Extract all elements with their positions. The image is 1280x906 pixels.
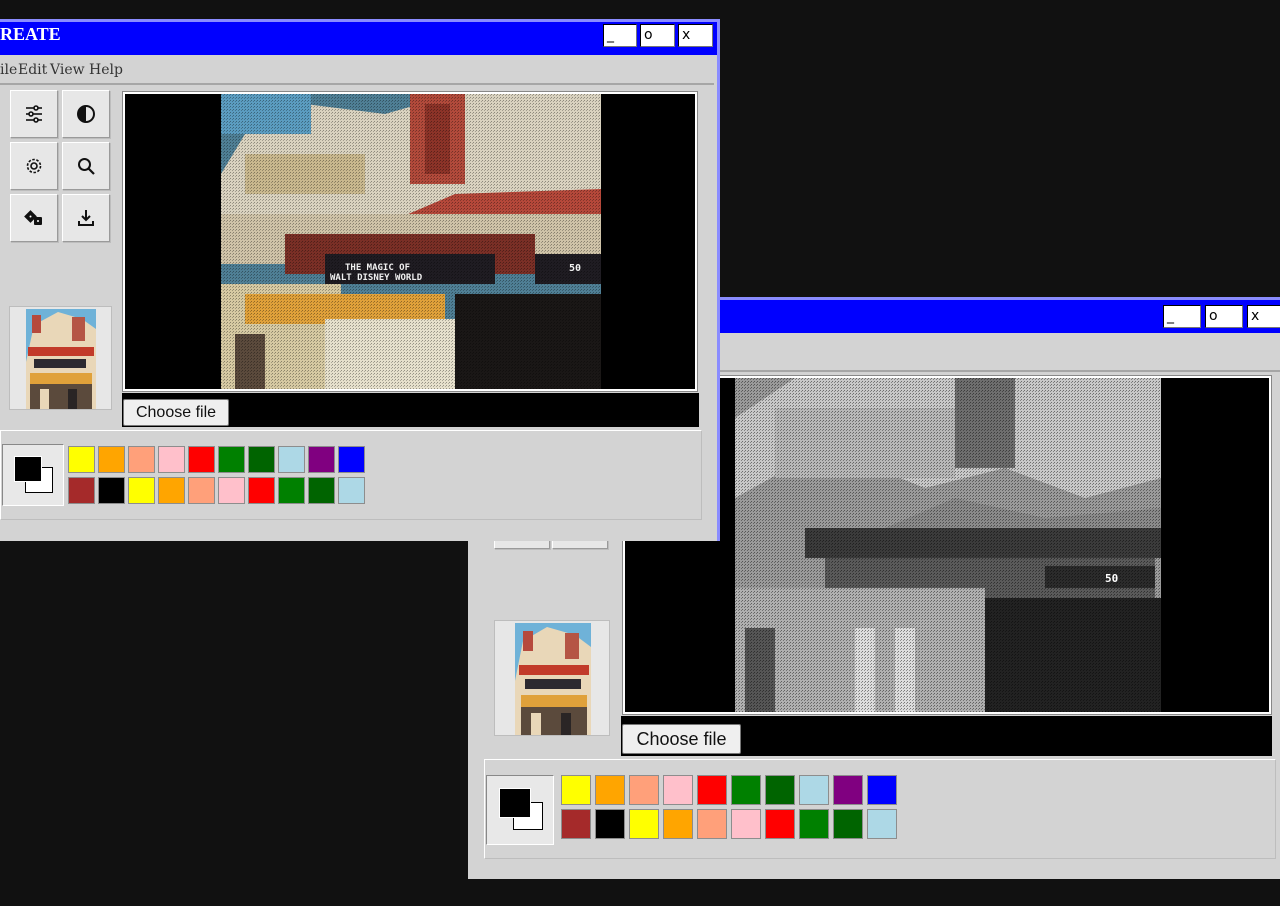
color-swatch[interactable] xyxy=(338,446,365,473)
color-swatch[interactable] xyxy=(188,446,215,473)
color-swatch[interactable] xyxy=(765,775,795,805)
thumbnail-image xyxy=(515,623,591,735)
image-thumbnail[interactable] xyxy=(9,306,112,410)
color-swatch[interactable] xyxy=(663,809,693,839)
color-swatch[interactable] xyxy=(308,477,335,504)
canvas-price-text: 50 xyxy=(1105,572,1118,585)
color-swatch[interactable] xyxy=(98,446,125,473)
download-tool-button[interactable] xyxy=(62,194,110,242)
color-swatch[interactable] xyxy=(629,809,659,839)
color-swatch[interactable] xyxy=(188,477,215,504)
zoom-tool-button[interactable] xyxy=(62,142,110,190)
maximize-button[interactable]: o xyxy=(640,24,675,47)
download-icon xyxy=(78,210,94,226)
color-swatch[interactable] xyxy=(731,809,761,839)
color-swatch[interactable] xyxy=(663,775,693,805)
editor-window-color: REATE _ o x ile Edit View Help THE MAGIC… xyxy=(0,19,720,541)
color-swatch[interactable] xyxy=(248,446,275,473)
palette-panel xyxy=(0,430,702,520)
drawing-canvas[interactable]: THE MAGIC OF WALT DISNEY WORLD 50 xyxy=(122,91,698,392)
current-colors[interactable] xyxy=(486,775,554,845)
color-swatch[interactable] xyxy=(697,775,727,805)
color-swatch[interactable] xyxy=(731,775,761,805)
color-swatch[interactable] xyxy=(833,809,863,839)
choose-file-button[interactable]: Choose file xyxy=(123,399,229,426)
sliders-icon xyxy=(26,105,42,123)
maximize-button[interactable]: o xyxy=(1205,305,1243,328)
sign-line-1: THE MAGIC OF xyxy=(345,263,410,273)
color-swatch[interactable] xyxy=(158,477,185,504)
adjust-tool-button[interactable] xyxy=(10,90,58,138)
choose-file-button[interactable]: Choose file xyxy=(622,724,741,754)
menu-help[interactable]: Help xyxy=(89,62,123,78)
menu-file[interactable]: ile xyxy=(0,62,17,78)
color-swatch[interactable] xyxy=(278,446,305,473)
current-colors[interactable] xyxy=(2,444,64,506)
dice-icon xyxy=(24,210,42,225)
close-button[interactable]: x xyxy=(1247,305,1280,328)
color-swatch[interactable] xyxy=(278,477,305,504)
search-icon xyxy=(78,158,95,175)
color-swatch[interactable] xyxy=(68,477,95,504)
color-swatch[interactable] xyxy=(98,477,125,504)
canvas-image-color: THE MAGIC OF WALT DISNEY WORLD 50 xyxy=(125,94,695,389)
color-swatch[interactable] xyxy=(833,775,863,805)
color-swatch[interactable] xyxy=(218,446,245,473)
foreground-color[interactable] xyxy=(14,456,42,482)
color-swatch[interactable] xyxy=(68,446,95,473)
sign-line-2: WALT DISNEY WORLD xyxy=(330,273,423,283)
color-swatch[interactable] xyxy=(595,775,625,805)
image-thumbnail[interactable] xyxy=(494,620,610,736)
color-swatch[interactable] xyxy=(248,477,275,504)
contrast-tool-button[interactable] xyxy=(62,90,110,138)
color-swatch[interactable] xyxy=(799,775,829,805)
color-swatch[interactable] xyxy=(799,809,829,839)
thumbnail-image xyxy=(26,309,96,409)
color-swatch[interactable] xyxy=(867,775,897,805)
gear-icon xyxy=(26,158,42,174)
random-tool-button[interactable] xyxy=(10,194,58,242)
color-swatch[interactable] xyxy=(697,809,727,839)
color-swatch[interactable] xyxy=(595,809,625,839)
menu-edit[interactable]: Edit xyxy=(18,62,47,78)
color-swatch[interactable] xyxy=(338,477,365,504)
foreground-color[interactable] xyxy=(499,788,531,818)
menu-view[interactable]: View xyxy=(50,62,85,78)
canvas-image-grayscale: 50 xyxy=(625,378,1269,712)
contrast-icon xyxy=(77,105,95,123)
drawing-canvas[interactable]: 50 xyxy=(622,375,1272,715)
color-swatch[interactable] xyxy=(128,446,155,473)
color-swatch[interactable] xyxy=(308,446,335,473)
color-swatch[interactable] xyxy=(867,809,897,839)
menu-bar: ile Edit View Help xyxy=(0,55,714,85)
canvas-price-text: 50 xyxy=(569,263,581,274)
window-title: REATE xyxy=(0,24,61,44)
color-swatch[interactable] xyxy=(561,809,591,839)
color-swatch[interactable] xyxy=(218,477,245,504)
color-swatch[interactable] xyxy=(765,809,795,839)
minimize-button[interactable]: _ xyxy=(603,24,637,47)
color-swatch[interactable] xyxy=(158,446,185,473)
settings-tool-button[interactable] xyxy=(10,142,58,190)
color-swatch[interactable] xyxy=(561,775,591,805)
minimize-button[interactable]: _ xyxy=(1163,305,1201,328)
color-swatch[interactable] xyxy=(128,477,155,504)
color-swatch[interactable] xyxy=(629,775,659,805)
close-button[interactable]: x xyxy=(678,24,713,47)
